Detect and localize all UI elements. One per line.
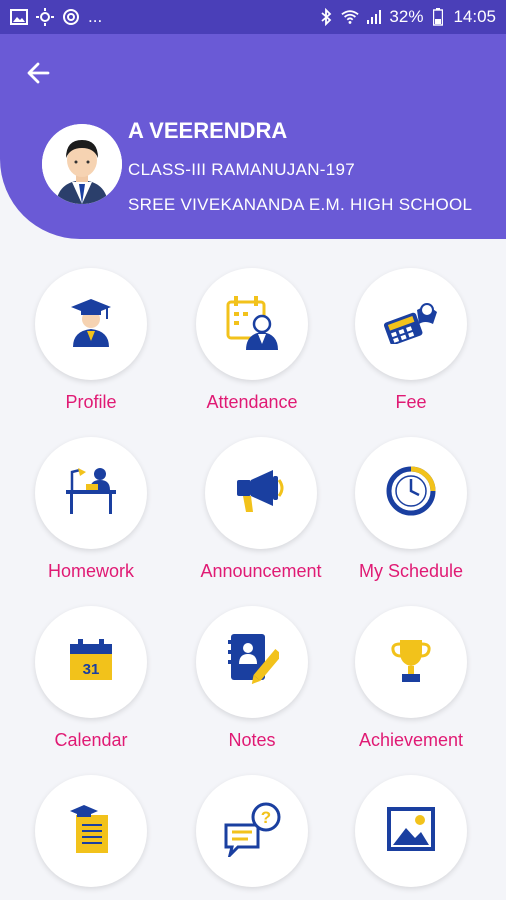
menu-homework-button[interactable] [35, 437, 147, 549]
menu-chat-question[interactable]: ? [172, 775, 332, 900]
menu-profile[interactable]: Profile [11, 268, 171, 428]
signal-icon [365, 8, 383, 26]
menu-calendar[interactable]: 31 Calendar [11, 606, 171, 766]
graduate-icon [69, 297, 113, 352]
menu-notes[interactable]: Notes [172, 606, 332, 766]
circle-app-icon [62, 8, 80, 26]
menu-attendance-label: Attendance [206, 392, 298, 412]
svg-text:31: 31 [83, 661, 100, 678]
calendar-icon: 31 [67, 636, 115, 689]
status-dots: ... [88, 7, 103, 26]
menu-fee[interactable]: Fee [331, 268, 491, 428]
homework-desk-icon [64, 466, 118, 521]
trophy-icon [389, 636, 433, 689]
menu-chat-question-button[interactable]: ? [196, 775, 308, 887]
gallery-icon [386, 806, 436, 857]
image-icon [10, 8, 28, 26]
menu-notes-label: Notes [228, 730, 276, 750]
chat-question-icon: ? [222, 801, 282, 862]
menu-report-card-button[interactable] [35, 775, 147, 887]
school-name: SREE VIVEKANANDA E.M. HIGH SCHOOL [128, 195, 473, 214]
menu-announcement-button[interactable] [205, 437, 317, 549]
fee-calculator-icon [381, 300, 441, 349]
menu-profile-label: Profile [65, 392, 117, 412]
menu-attendance[interactable]: Attendance [172, 268, 332, 428]
menu-calendar-button[interactable]: 31 [35, 606, 147, 718]
menu-fee-label: Fee [395, 392, 427, 412]
brightness-icon [36, 8, 54, 26]
clock-time: 14:05 [453, 7, 496, 26]
menu-fee-button[interactable] [355, 268, 467, 380]
back-arrow-icon[interactable] [24, 58, 54, 88]
menu-notes-button[interactable] [196, 606, 308, 718]
menu-announcement[interactable]: Announcement [181, 437, 341, 597]
notes-icon [225, 632, 283, 693]
menu-gallery-button[interactable] [355, 775, 467, 887]
battery-icon [429, 8, 447, 26]
menu-my-schedule[interactable]: My Schedule [331, 437, 491, 597]
profile-header: A VEERENDRA CLASS-III RAMANUJAN-197 SREE… [0, 34, 506, 239]
wifi-icon [341, 8, 360, 26]
attendance-icon [224, 294, 280, 355]
menu-profile-button[interactable] [35, 268, 147, 380]
avatar [42, 124, 122, 204]
menu-achievement-label: Achievement [358, 730, 464, 750]
bluetooth-icon [317, 8, 335, 26]
menu-homework-label: Homework [47, 561, 135, 581]
menu-achievement[interactable]: Achievement [331, 606, 491, 766]
battery-percent: 32% [389, 7, 424, 26]
menu-report-card[interactable] [11, 775, 171, 900]
menu-achievement-button[interactable] [355, 606, 467, 718]
menu-calendar-label: Calendar [54, 730, 128, 750]
report-card-icon [68, 803, 114, 860]
clock-icon [385, 465, 437, 522]
student-name: A VEERENDRA [128, 118, 288, 143]
megaphone-icon [233, 466, 289, 521]
menu-my-schedule-label: My Schedule [358, 561, 464, 581]
student-class: CLASS-III RAMANUJAN-197 [128, 160, 356, 179]
menu-homework[interactable]: Homework [11, 437, 171, 597]
menu-my-schedule-button[interactable] [355, 437, 467, 549]
status-bar: ... 32% 14:05 [0, 0, 506, 34]
svg-text:?: ? [261, 808, 271, 827]
menu-announcement-label: Announcement [200, 561, 322, 581]
menu-attendance-button[interactable] [196, 268, 308, 380]
menu-gallery[interactable] [331, 775, 491, 900]
